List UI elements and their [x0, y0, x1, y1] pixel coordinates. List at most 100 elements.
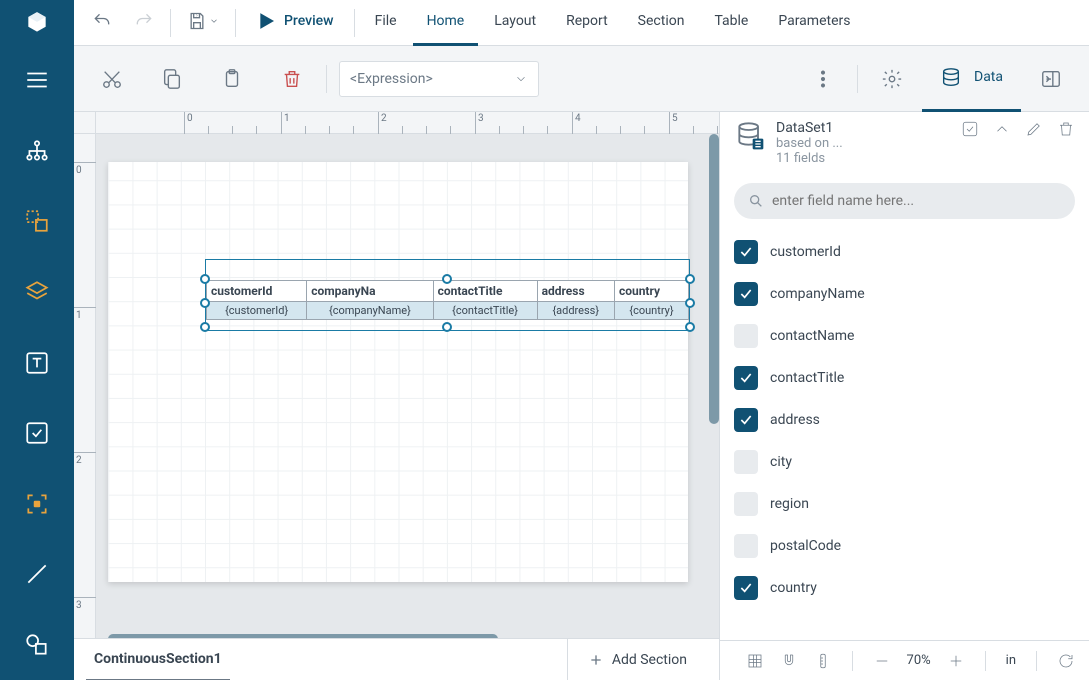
- copy-button[interactable]: [148, 55, 196, 103]
- selection-handle[interactable]: [442, 274, 452, 284]
- canvas-area: 012345 0123 customerIdcompanyNacontactTi…: [74, 112, 719, 680]
- field-item[interactable]: postalCode: [734, 525, 1075, 567]
- redo-button[interactable]: [124, 0, 164, 46]
- grid-icon[interactable]: [746, 652, 764, 670]
- field-item[interactable]: customerId: [734, 231, 1075, 273]
- field-item[interactable]: address: [734, 399, 1075, 441]
- rail-shapes[interactable]: [0, 609, 74, 680]
- vertical-scrollbar[interactable]: [709, 134, 719, 424]
- measure-icon[interactable]: [814, 652, 832, 670]
- ruler-horizontal: 012345: [74, 112, 719, 134]
- undo-button[interactable]: [82, 0, 122, 46]
- field-checkbox[interactable]: [734, 450, 758, 474]
- table-cell[interactable]: {contactTitle}: [433, 302, 537, 320]
- field-label: customerId: [770, 244, 841, 260]
- field-label: contactName: [770, 328, 854, 344]
- delete-dataset-icon[interactable]: [1057, 120, 1075, 138]
- zoom-in-button[interactable]: [947, 652, 965, 670]
- field-checkbox[interactable]: [734, 534, 758, 558]
- table-cell[interactable]: {country}: [614, 302, 688, 320]
- expression-select[interactable]: <Expression>: [339, 61, 539, 97]
- more-button[interactable]: [799, 55, 847, 103]
- field-label: address: [770, 412, 820, 428]
- horizontal-scrollbar[interactable]: [108, 634, 498, 638]
- menu-parameters[interactable]: Parameters: [764, 0, 864, 46]
- table-cell[interactable]: {address}: [537, 302, 614, 320]
- field-checkbox[interactable]: [734, 324, 758, 348]
- settings-button[interactable]: [868, 55, 916, 103]
- section-tab[interactable]: ContinuousSection1: [86, 639, 230, 680]
- selection-handle[interactable]: [685, 298, 695, 308]
- snap-icon[interactable]: [780, 652, 798, 670]
- field-search[interactable]: [734, 183, 1075, 219]
- field-label: contactTitle: [770, 370, 844, 386]
- app-logo: [0, 0, 74, 45]
- field-checkbox[interactable]: [734, 408, 758, 432]
- field-item[interactable]: region: [734, 483, 1075, 525]
- table-header[interactable]: address: [537, 281, 614, 302]
- menu-table[interactable]: Table: [700, 0, 762, 46]
- field-item[interactable]: contactName: [734, 315, 1075, 357]
- delete-button[interactable]: [268, 55, 316, 103]
- field-list: customerId companyName contactName contactT…: [720, 227, 1089, 640]
- field-label: country: [770, 580, 817, 596]
- field-search-input[interactable]: [772, 193, 1061, 209]
- menu-section[interactable]: Section: [624, 0, 699, 46]
- unit-label[interactable]: in: [1006, 653, 1016, 668]
- edit-icon[interactable]: [1025, 120, 1043, 138]
- dataset-name: DataSet1: [776, 120, 951, 136]
- data-tab[interactable]: Data: [922, 46, 1021, 112]
- search-icon: [748, 193, 764, 209]
- rail-checkbox[interactable]: [0, 398, 74, 469]
- field-item[interactable]: city: [734, 441, 1075, 483]
- menu-layout[interactable]: Layout: [480, 0, 550, 46]
- selection-handle[interactable]: [685, 322, 695, 332]
- status-bar: 70% in: [720, 640, 1089, 680]
- paste-button[interactable]: [208, 55, 256, 103]
- rail-hierarchy[interactable]: [0, 116, 74, 187]
- menu-home[interactable]: Home: [413, 0, 479, 46]
- selection-handle[interactable]: [200, 298, 210, 308]
- rail-line[interactable]: [0, 539, 74, 610]
- field-checkbox[interactable]: [734, 492, 758, 516]
- field-item[interactable]: contactTitle: [734, 357, 1075, 399]
- field-item[interactable]: country: [734, 567, 1075, 609]
- field-checkbox[interactable]: [734, 282, 758, 306]
- selection-handle[interactable]: [200, 322, 210, 332]
- selection-handle[interactable]: [685, 274, 695, 284]
- table-header[interactable]: customerId: [207, 281, 307, 302]
- menu-file[interactable]: File: [361, 0, 411, 46]
- refresh-icon[interactable]: [1057, 652, 1075, 670]
- report-page[interactable]: customerIdcompanyNacontactTitleaddressco…: [108, 162, 688, 582]
- cut-button[interactable]: [88, 55, 136, 103]
- rail-group[interactable]: [0, 186, 74, 257]
- report-table[interactable]: customerIdcompanyNacontactTitleaddressco…: [206, 280, 689, 320]
- selection-handle[interactable]: [200, 274, 210, 284]
- collapse-icon[interactable]: [993, 120, 1011, 138]
- table-cell[interactable]: {companyName}: [307, 302, 433, 320]
- topbar: Preview File Home Layout Report Section …: [74, 0, 1089, 46]
- validate-icon[interactable]: [961, 120, 979, 138]
- table-header[interactable]: country: [614, 281, 688, 302]
- table-cell[interactable]: {customerId}: [207, 302, 307, 320]
- selection-handle[interactable]: [442, 322, 452, 332]
- ruler-vertical: 0123: [74, 134, 96, 638]
- field-item[interactable]: companyName: [734, 273, 1075, 315]
- collapse-panel-button[interactable]: [1027, 55, 1075, 103]
- menu-report[interactable]: Report: [552, 0, 622, 46]
- table-header[interactable]: companyNa: [307, 281, 433, 302]
- add-section-button[interactable]: Add Section: [567, 639, 707, 680]
- rail-text[interactable]: [0, 327, 74, 398]
- rail-focus[interactable]: [0, 468, 74, 539]
- design-canvas[interactable]: customerIdcompanyNacontactTitleaddressco…: [96, 134, 719, 638]
- rail-menu[interactable]: [0, 45, 74, 116]
- zoom-out-button[interactable]: [873, 652, 891, 670]
- field-checkbox[interactable]: [734, 366, 758, 390]
- zoom-level: 70%: [907, 653, 931, 668]
- save-button[interactable]: [177, 0, 229, 46]
- rail-layers[interactable]: [0, 257, 74, 328]
- preview-button[interactable]: Preview: [242, 0, 348, 46]
- field-checkbox[interactable]: [734, 240, 758, 264]
- data-panel: DataSet1 based on ... 11 fields cu: [719, 112, 1089, 680]
- field-checkbox[interactable]: [734, 576, 758, 600]
